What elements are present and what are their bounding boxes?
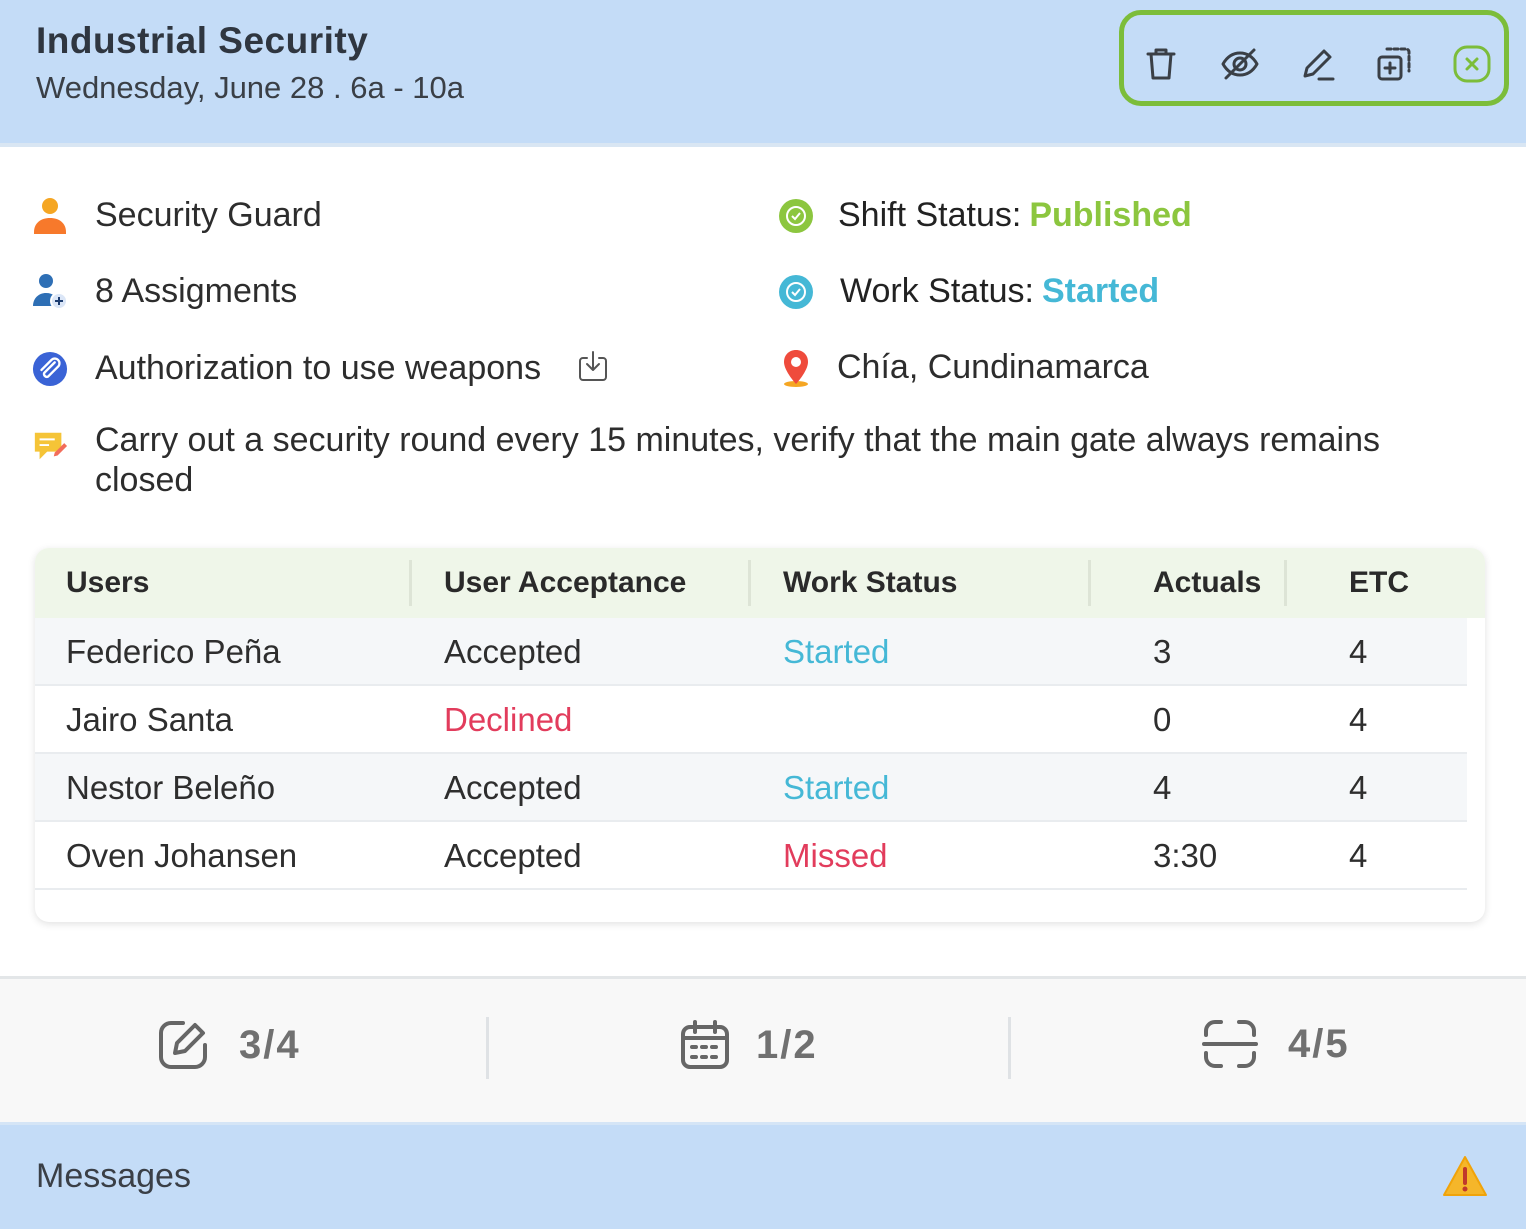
check-circle-icon — [778, 274, 814, 310]
pencil-icon — [1303, 49, 1335, 81]
cell-etc: 4 — [1349, 701, 1368, 738]
cell-work-status: Missed — [783, 837, 888, 874]
stat-divider — [486, 1017, 489, 1079]
cell-actuals: 3:30 — [1153, 837, 1218, 874]
cell-user: Jairo Santa — [66, 701, 233, 738]
cell-acceptance: Accepted — [444, 633, 582, 670]
calendar-icon — [681, 1020, 729, 1069]
cell-etc: 4 — [1349, 633, 1368, 670]
stat-calendar-value: 1/2 — [756, 1022, 818, 1067]
attachment-row: Authorization to use weapons — [32, 348, 611, 389]
column-divider — [1088, 560, 1091, 606]
trash-icon — [1146, 48, 1176, 80]
stat-scan[interactable]: 4/5 — [1202, 1019, 1350, 1069]
location-row: Chía, Cundinamarca — [778, 348, 1149, 387]
col-header-acceptance[interactable]: User Acceptance — [444, 566, 686, 600]
role-row: Security Guard — [32, 196, 322, 235]
assignments-table: Users User Acceptance Work Status Actual… — [35, 548, 1485, 922]
edit-square-icon — [159, 1021, 207, 1069]
cell-actuals: 0 — [1153, 701, 1172, 738]
note-text: Carry out a security round every 15 minu… — [95, 421, 1381, 499]
stat-calendar[interactable]: 1/2 — [680, 1019, 818, 1071]
table-row[interactable]: Federico Peña Accepted Started 3 4 — [35, 618, 1467, 686]
stat-divider — [1008, 1017, 1011, 1079]
user-add-icon — [32, 273, 68, 310]
note-row: Carry out a security round every 15 minu… — [32, 421, 1465, 500]
assignments-row: 8 Assigments — [32, 272, 297, 311]
cell-user: Oven Johansen — [66, 837, 298, 874]
page-title: Industrial Security — [36, 20, 369, 61]
hide-button[interactable] — [1219, 43, 1261, 85]
shift-status-value: Published — [1029, 196, 1192, 234]
cell-work-status: Started — [783, 769, 890, 806]
shift-status-label: Shift Status: — [838, 196, 1022, 234]
download-button[interactable] — [575, 348, 611, 389]
duplicate-button[interactable] — [1373, 43, 1415, 85]
scan-icon — [1202, 1020, 1258, 1068]
cell-acceptance: Accepted — [444, 769, 582, 806]
eye-off-icon — [1221, 48, 1259, 80]
person-icon — [32, 197, 68, 234]
duplicate-icon — [1377, 47, 1411, 81]
work-status-value: Started — [1042, 272, 1160, 310]
edit-button[interactable] — [1296, 43, 1338, 85]
col-header-actuals[interactable]: Actuals — [1153, 566, 1261, 600]
map-pin-icon — [778, 349, 814, 387]
download-icon — [579, 351, 608, 381]
column-divider — [748, 560, 751, 606]
messages-bar[interactable]: Messages — [0, 1122, 1526, 1229]
warning-icon[interactable] — [1442, 1155, 1488, 1199]
stats-bar: 3/4 1/2 4/5 — [0, 976, 1526, 1125]
close-button[interactable] — [1451, 43, 1493, 85]
shift-status-row: Shift Status: Published — [778, 196, 1192, 235]
column-divider — [409, 560, 412, 606]
page-subtitle: Wednesday, June 28 . 6a - 10a — [36, 70, 464, 105]
cell-etc: 4 — [1349, 837, 1368, 874]
check-circle-icon — [778, 198, 814, 234]
cell-actuals: 3 — [1153, 633, 1172, 670]
close-icon — [1453, 45, 1491, 83]
paperclip-icon — [32, 351, 68, 387]
work-status-label: Work Status: — [840, 272, 1034, 310]
cell-acceptance: Declined — [444, 701, 573, 738]
attachment-label[interactable]: Authorization to use weapons — [95, 349, 541, 388]
stat-scan-value: 4/5 — [1288, 1021, 1350, 1066]
work-status-row: Work Status: Started — [778, 272, 1159, 311]
assignments-label: 8 Assigments — [95, 272, 298, 310]
col-header-users[interactable]: Users — [66, 566, 149, 600]
delete-button[interactable] — [1140, 43, 1182, 85]
note-icon — [32, 428, 68, 464]
col-header-etc[interactable]: ETC — [1349, 566, 1409, 600]
col-header-work-status[interactable]: Work Status — [783, 566, 957, 600]
cell-work-status: Started — [783, 633, 890, 670]
cell-user: Federico Peña — [66, 633, 281, 670]
table-row[interactable]: Jairo Santa Declined 0 4 — [35, 686, 1467, 754]
action-toolbar — [1119, 10, 1509, 106]
cell-actuals: 4 — [1153, 769, 1172, 806]
table-row[interactable]: Nestor Beleño Accepted Started 4 4 — [35, 754, 1467, 822]
location-label: Chía, Cundinamarca — [837, 348, 1149, 386]
column-divider — [1284, 560, 1287, 606]
role-label: Security Guard — [95, 196, 322, 234]
cell-user: Nestor Beleño — [66, 769, 276, 806]
table-header: Users User Acceptance Work Status Actual… — [35, 548, 1485, 618]
stat-edits[interactable]: 3/4 — [157, 1019, 301, 1071]
cell-acceptance: Accepted — [444, 837, 582, 874]
cell-etc: 4 — [1349, 769, 1368, 806]
stat-edits-value: 3/4 — [239, 1022, 301, 1067]
messages-label: Messages — [36, 1157, 191, 1195]
table-row[interactable]: Oven Johansen Accepted Missed 3:30 4 — [35, 822, 1467, 890]
header: Industrial Security Wednesday, June 28 .… — [0, 0, 1526, 147]
